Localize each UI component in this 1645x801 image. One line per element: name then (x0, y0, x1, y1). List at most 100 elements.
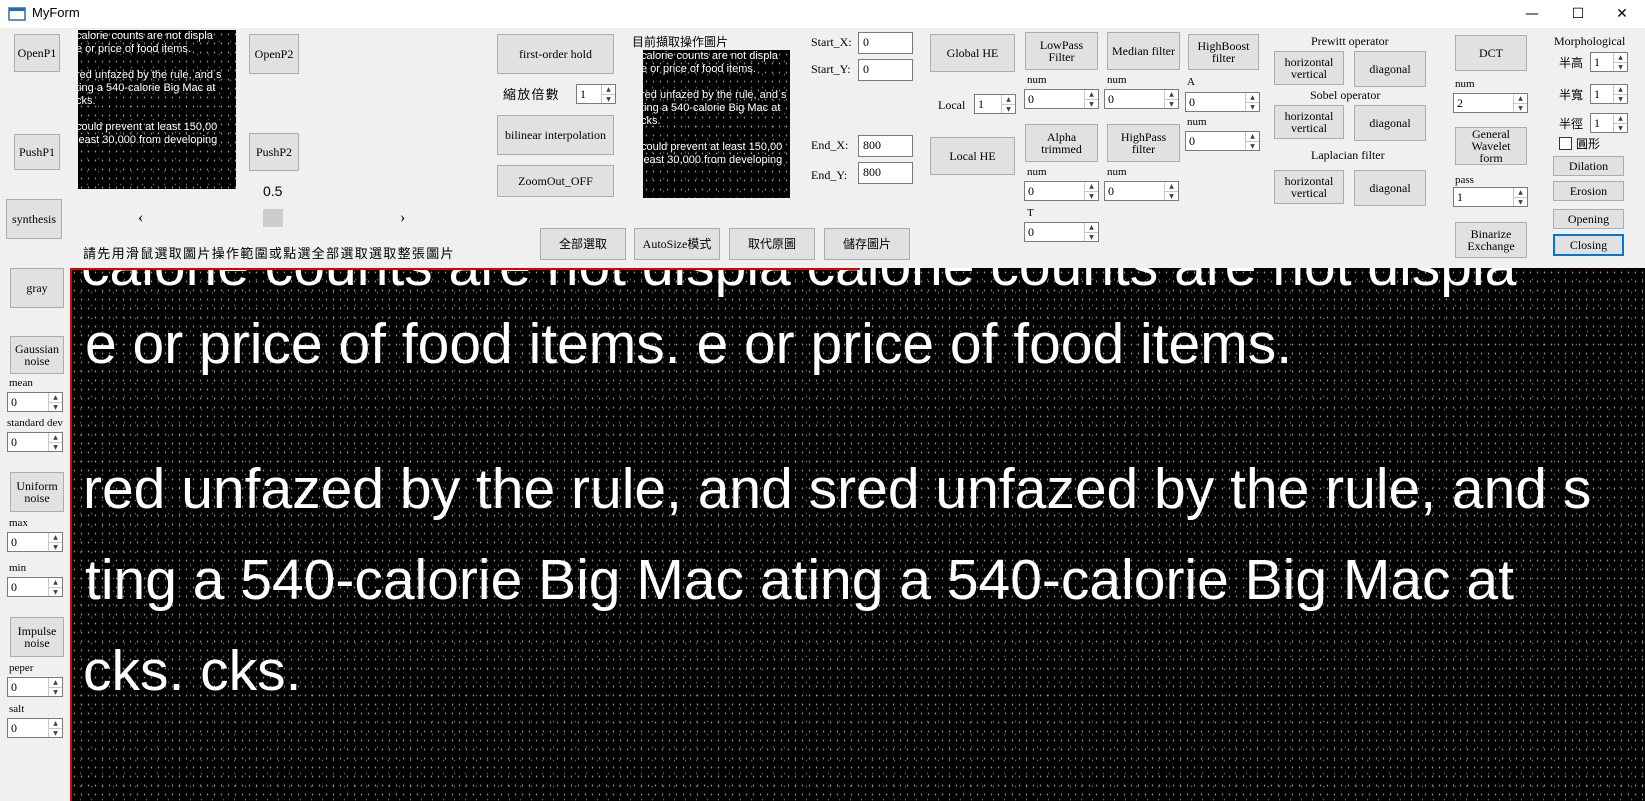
spin-down-icon[interactable]: ▼ (49, 442, 62, 452)
spin-up-icon[interactable]: ▲ (1085, 90, 1098, 99)
push-p1-button[interactable]: PushP1 (14, 134, 60, 170)
zoom-spinner[interactable]: 1 ▲ ▼ (576, 84, 616, 104)
spin-down-icon[interactable]: ▼ (1165, 99, 1178, 109)
spin-down-icon[interactable]: ▼ (49, 542, 62, 552)
end-y-input[interactable]: 800 (858, 162, 913, 184)
dct-button[interactable]: DCT (1455, 35, 1527, 71)
current-image-thumbnail[interactable]: calorie counts are not displa e or price… (643, 50, 790, 198)
impulse-noise-button[interactable]: Impulse noise (10, 617, 64, 657)
spin-up-icon[interactable]: ▲ (1165, 182, 1178, 191)
zoomout-button[interactable]: ZoomOut_OFF (497, 165, 614, 197)
spin-down-icon[interactable]: ▼ (602, 94, 615, 104)
spin-down-icon[interactable]: ▼ (1165, 191, 1178, 201)
spin-up-icon[interactable]: ▲ (49, 393, 62, 402)
sobel-diagonal-button[interactable]: diagonal (1354, 105, 1426, 141)
circle-checkbox[interactable] (1559, 137, 1572, 150)
laplacian-diagonal-button[interactable]: diagonal (1354, 170, 1426, 206)
spin-up-icon[interactable]: ▲ (602, 85, 615, 94)
spin-up-icon[interactable]: ▲ (1246, 132, 1259, 141)
spin-up-icon[interactable]: ▲ (1085, 182, 1098, 191)
first-order-hold-button[interactable]: first-order hold (497, 34, 614, 74)
alpha-num-spinner[interactable]: 0 ▲ ▼ (1024, 181, 1099, 201)
spin-up-icon[interactable]: ▲ (1514, 188, 1527, 197)
highpass-num-spinner[interactable]: 0 ▲ ▼ (1104, 181, 1179, 201)
spin-down-icon[interactable]: ▼ (1614, 62, 1627, 72)
bilinear-button[interactable]: bilinear interpolation (497, 115, 614, 155)
zoom-scrollbar[interactable]: ‹ › (132, 209, 412, 227)
scroll-right-icon[interactable]: › (400, 209, 405, 227)
lowpass-filter-button[interactable]: LowPass Filter (1025, 32, 1098, 70)
salt-spinner[interactable]: 0 ▲ ▼ (7, 718, 63, 738)
spin-down-icon[interactable]: ▼ (49, 687, 62, 697)
global-he-button[interactable]: Global HE (930, 34, 1015, 72)
spin-up-icon[interactable]: ▲ (1614, 53, 1627, 62)
gray-button[interactable]: gray (10, 268, 64, 308)
end-x-input[interactable]: 800 (858, 135, 913, 157)
spin-down-icon[interactable]: ▼ (49, 587, 62, 597)
dilation-button[interactable]: Dilation (1553, 156, 1624, 176)
main-image-canvas[interactable]: calorie counts are not displa calorie co… (71, 268, 1645, 801)
general-wavelet-button[interactable]: General Wavelet form (1455, 127, 1527, 165)
half-width-spinner[interactable]: 1 ▲ ▼ (1590, 84, 1628, 104)
spin-up-icon[interactable]: ▲ (1514, 94, 1527, 103)
a-spinner[interactable]: 0 ▲ ▼ (1185, 92, 1260, 112)
opening-button[interactable]: Opening (1553, 209, 1624, 229)
uniform-noise-button[interactable]: Uniform noise (10, 472, 64, 512)
spin-down-icon[interactable]: ▼ (1085, 191, 1098, 201)
start-y-input[interactable]: 0 (858, 59, 913, 81)
scroll-left-icon[interactable]: ‹ (138, 209, 143, 227)
minimize-button[interactable]: — (1509, 0, 1555, 28)
spin-up-icon[interactable]: ▲ (49, 678, 62, 687)
laplacian-hv-button[interactable]: horizontal vertical (1274, 170, 1344, 204)
push-p2-button[interactable]: PushP2 (249, 133, 299, 171)
start-x-input[interactable]: 0 (858, 32, 913, 54)
highboost-num-spinner[interactable]: 0 ▲ ▼ (1185, 131, 1260, 151)
thumbnail-p1[interactable]: calorie counts are not displa e or price… (78, 30, 236, 189)
spin-down-icon[interactable]: ▼ (1246, 102, 1259, 112)
peper-spinner[interactable]: 0 ▲ ▼ (7, 677, 63, 697)
prewitt-hv-button[interactable]: horizontal vertical (1274, 51, 1344, 85)
max-spinner[interactable]: 0 ▲ ▼ (7, 532, 63, 552)
radius-spinner[interactable]: 1 ▲ ▼ (1590, 113, 1628, 133)
replace-original-button[interactable]: 取代原圖 (729, 228, 815, 260)
maximize-button[interactable]: ☐ (1555, 0, 1601, 28)
spin-down-icon[interactable]: ▼ (1614, 94, 1627, 104)
spin-down-icon[interactable]: ▼ (1514, 197, 1527, 207)
sobel-hv-button[interactable]: horizontal vertical (1274, 105, 1344, 139)
half-height-spinner[interactable]: 1 ▲ ▼ (1590, 52, 1628, 72)
spin-down-icon[interactable]: ▼ (1085, 232, 1098, 242)
pass-spinner[interactable]: 1 ▲ ▼ (1453, 187, 1528, 207)
spin-down-icon[interactable]: ▼ (1085, 99, 1098, 109)
median-num-spinner[interactable]: 0 ▲ ▼ (1104, 89, 1179, 109)
spin-up-icon[interactable]: ▲ (1614, 114, 1627, 123)
spin-up-icon[interactable]: ▲ (49, 578, 62, 587)
spin-down-icon[interactable]: ▼ (1514, 103, 1527, 113)
select-all-button[interactable]: 全部選取 (540, 228, 626, 260)
spin-up-icon[interactable]: ▲ (1614, 85, 1627, 94)
spin-up-icon[interactable]: ▲ (1165, 90, 1178, 99)
min-spinner[interactable]: 0 ▲ ▼ (7, 577, 63, 597)
erosion-button[interactable]: Erosion (1553, 181, 1624, 201)
spin-down-icon[interactable]: ▼ (1614, 123, 1627, 133)
open-p1-button[interactable]: OpenP1 (14, 34, 60, 72)
spin-down-icon[interactable]: ▼ (49, 402, 62, 412)
scroll-thumb[interactable] (263, 209, 283, 227)
gaussian-noise-button[interactable]: Gaussian noise (10, 336, 64, 374)
close-button[interactable]: ✕ (1599, 0, 1645, 28)
spin-up-icon[interactable]: ▲ (49, 533, 62, 542)
spin-down-icon[interactable]: ▼ (1246, 141, 1259, 151)
dct-num-spinner[interactable]: 2 ▲ ▼ (1453, 93, 1528, 113)
median-filter-button[interactable]: Median filter (1107, 32, 1180, 70)
spin-up-icon[interactable]: ▲ (1002, 95, 1015, 104)
spin-down-icon[interactable]: ▼ (1002, 104, 1015, 114)
binarize-exchange-button[interactable]: Binarize Exchange (1455, 222, 1527, 258)
highboost-filter-button[interactable]: HighBoost filter (1188, 34, 1259, 70)
spin-up-icon[interactable]: ▲ (1246, 93, 1259, 102)
closing-button[interactable]: Closing (1553, 234, 1624, 256)
spin-up-icon[interactable]: ▲ (49, 433, 62, 442)
std-spinner[interactable]: 0 ▲ ▼ (7, 432, 63, 452)
spin-down-icon[interactable]: ▼ (49, 728, 62, 738)
spin-up-icon[interactable]: ▲ (49, 719, 62, 728)
t-spinner[interactable]: 0 ▲ ▼ (1024, 222, 1099, 242)
local-spinner[interactable]: 1 ▲ ▼ (974, 94, 1016, 114)
